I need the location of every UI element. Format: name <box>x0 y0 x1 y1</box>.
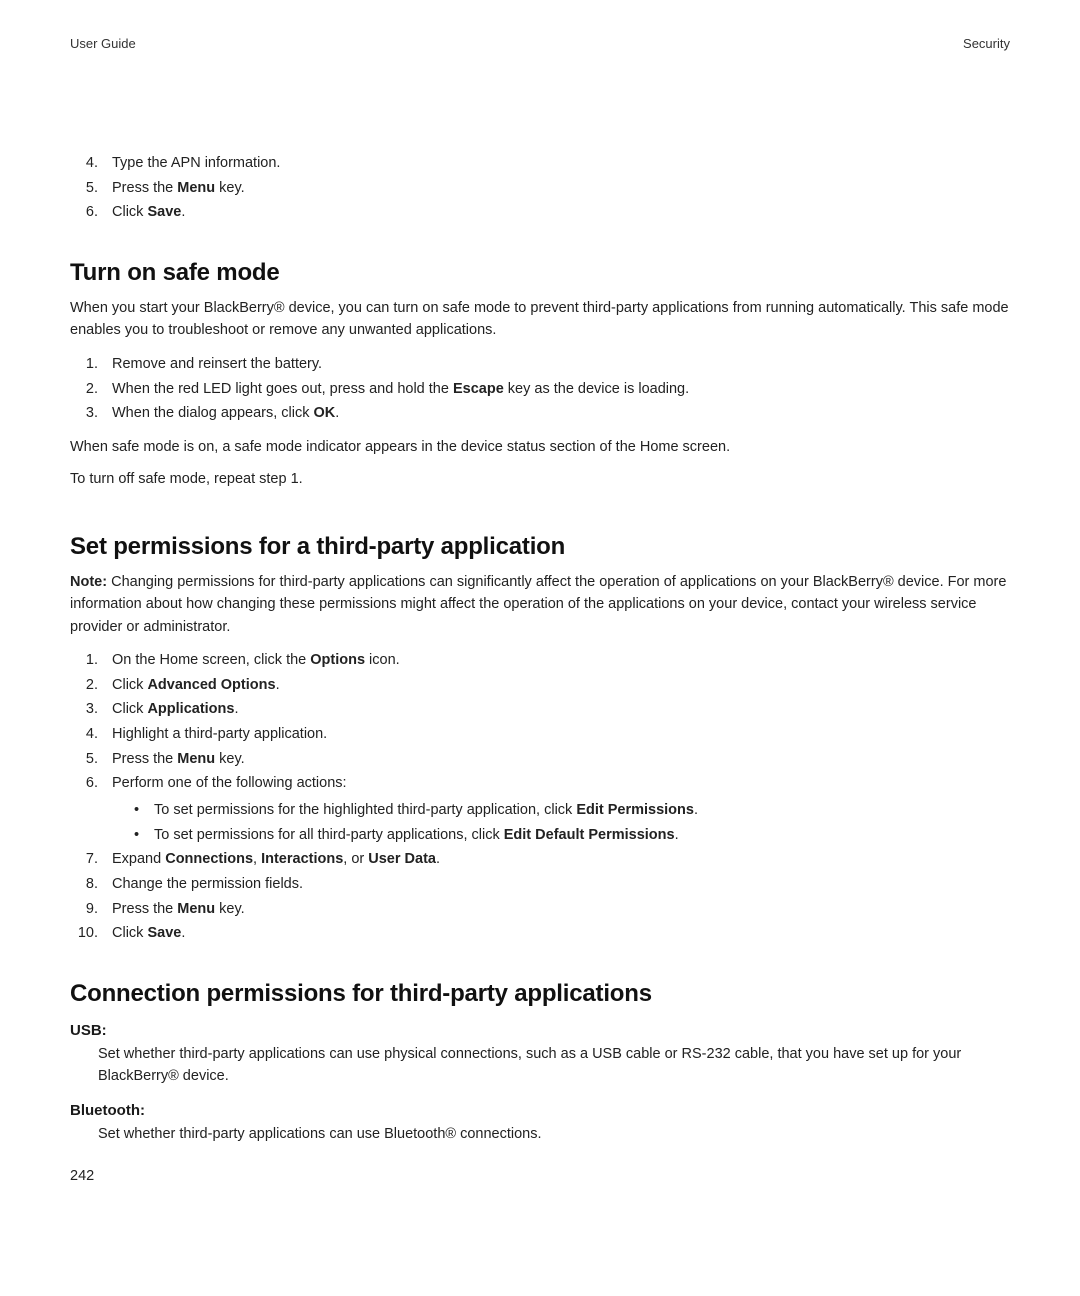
list-item: 3. When the dialog appears, click OK. <box>98 401 1010 426</box>
list-item: To set permissions for all third-party a… <box>140 823 1010 848</box>
step-number: 5. <box>70 747 98 772</box>
list-item: 5. Press the Menu key. <box>98 176 1010 201</box>
page-number: 242 <box>70 1168 94 1184</box>
safe-mode-indicator-note: When safe mode is on, a safe mode indica… <box>70 436 1010 458</box>
step-number: 2. <box>70 377 98 402</box>
step-number: 6. <box>70 200 98 225</box>
list-item: 10. Click Save. <box>98 921 1010 946</box>
page-header: User Guide Security <box>70 36 1010 51</box>
step-number: 6. <box>70 771 98 796</box>
step-text: Click Save. <box>112 204 185 220</box>
step-text: Perform one of the following actions: <box>112 775 347 791</box>
list-item: 4. Type the APN information. <box>98 151 1010 176</box>
step-text: Click Save. <box>112 925 185 941</box>
header-left: User Guide <box>70 36 136 51</box>
list-item: 6. Perform one of the following actions:… <box>98 771 1010 847</box>
list-item: 9. Press the Menu key. <box>98 897 1010 922</box>
document-page: User Guide Security 4. Type the APN info… <box>0 0 1080 1185</box>
permissions-steps: 1. On the Home screen, click the Options… <box>70 648 1010 946</box>
note-body: Changing permissions for third-party app… <box>70 574 1006 635</box>
step-number: 2. <box>70 673 98 698</box>
step-text: Expand Connections, Interactions, or Use… <box>112 851 440 867</box>
step-text: Change the permission fields. <box>112 876 303 892</box>
list-item: 3. Click Applications. <box>98 697 1010 722</box>
list-item: 7. Expand Connections, Interactions, or … <box>98 847 1010 872</box>
list-item: To set permissions for the highlighted t… <box>140 798 1010 823</box>
step-number: 1. <box>70 352 98 377</box>
safe-mode-intro: When you start your BlackBerry® device, … <box>70 297 1010 342</box>
step-number: 9. <box>70 897 98 922</box>
step-number: 7. <box>70 847 98 872</box>
step-text: When the red LED light goes out, press a… <box>112 381 689 397</box>
permissions-note: Note: Changing permissions for third-par… <box>70 571 1010 638</box>
definition-desc-bluetooth: Set whether third-party applications can… <box>70 1123 1010 1145</box>
section-title-safe-mode: Turn on safe mode <box>70 259 1010 287</box>
definition-term-usb: USB: <box>70 1022 1010 1039</box>
step-number: 10. <box>70 921 98 946</box>
step-text: Click Applications. <box>112 701 239 717</box>
header-right: Security <box>963 36 1010 51</box>
list-item: 5. Press the Menu key. <box>98 747 1010 772</box>
step-number: 5. <box>70 176 98 201</box>
section-title-connection-permissions: Connection permissions for third-party a… <box>70 980 1010 1008</box>
step-text: Press the Menu key. <box>112 901 245 917</box>
section-title-permissions: Set permissions for a third-party applic… <box>70 533 1010 561</box>
list-item: 4. Highlight a third-party application. <box>98 722 1010 747</box>
list-item: 1. On the Home screen, click the Options… <box>98 648 1010 673</box>
definition-term-bluetooth: Bluetooth: <box>70 1102 1010 1119</box>
safe-mode-steps: 1. Remove and reinsert the battery. 2. W… <box>70 352 1010 426</box>
list-item: 1. Remove and reinsert the battery. <box>98 352 1010 377</box>
note-label: Note: <box>70 574 107 590</box>
list-item: 2. When the red LED light goes out, pres… <box>98 377 1010 402</box>
step-text: Click Advanced Options. <box>112 677 280 693</box>
step-text: To set permissions for the highlighted t… <box>154 802 698 818</box>
step-text: Remove and reinsert the battery. <box>112 356 322 372</box>
step-number: 4. <box>70 151 98 176</box>
step-number: 4. <box>70 722 98 747</box>
safe-mode-off-note: To turn off safe mode, repeat step 1. <box>70 468 1010 490</box>
step-number: 3. <box>70 401 98 426</box>
list-item: 6. Click Save. <box>98 200 1010 225</box>
list-item: 2. Click Advanced Options. <box>98 673 1010 698</box>
step-text: On the Home screen, click the Options ic… <box>112 652 400 668</box>
sub-list: To set permissions for the highlighted t… <box>112 798 1010 847</box>
step-text: Press the Menu key. <box>112 180 245 196</box>
step-number: 8. <box>70 872 98 897</box>
list-item: 8. Change the permission fields. <box>98 872 1010 897</box>
step-text: When the dialog appears, click OK. <box>112 405 339 421</box>
definition-desc-usb: Set whether third-party applications can… <box>70 1043 1010 1088</box>
step-text: Type the APN information. <box>112 155 280 171</box>
step-text: To set permissions for all third-party a… <box>154 827 679 843</box>
step-text: Highlight a third-party application. <box>112 726 327 742</box>
apn-steps-continued: 4. Type the APN information. 5. Press th… <box>70 151 1010 225</box>
step-text: Press the Menu key. <box>112 751 245 767</box>
step-number: 1. <box>70 648 98 673</box>
step-number: 3. <box>70 697 98 722</box>
